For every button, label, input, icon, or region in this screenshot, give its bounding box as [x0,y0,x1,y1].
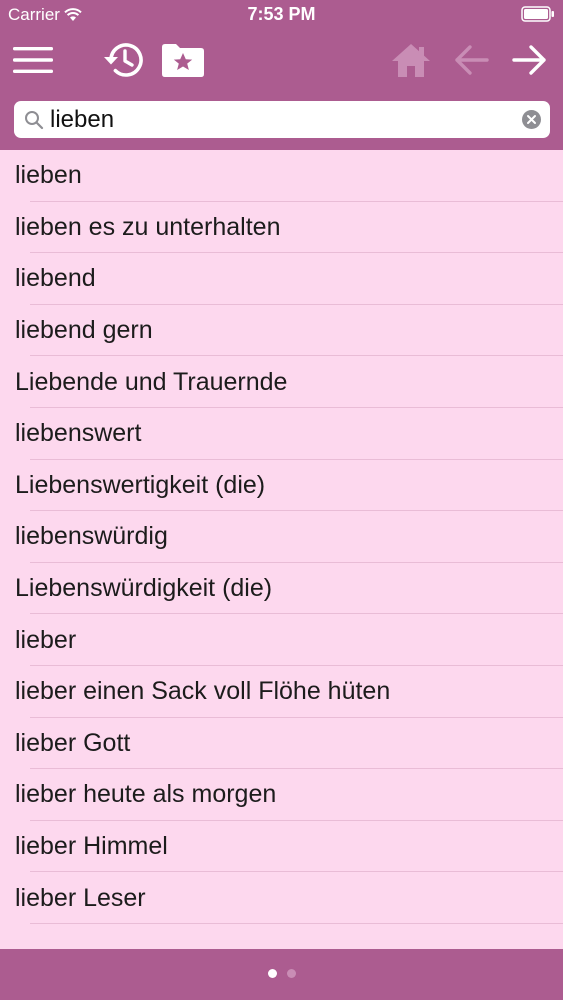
back-button[interactable] [452,38,490,82]
result-item[interactable]: lieben [0,150,563,202]
result-item[interactable]: liebend gern [0,305,563,357]
clear-icon[interactable] [522,110,541,129]
favorites-folder-icon [162,44,204,77]
top-bar: Carrier 7:53 PM [0,0,563,150]
result-item[interactable]: lieber Gott [0,718,563,770]
history-icon [104,43,143,77]
search-icon [25,111,44,130]
history-button[interactable] [100,38,146,82]
result-item[interactable]: lieber Leser [0,872,563,924]
forward-button[interactable] [511,38,549,82]
back-arrow-icon [455,45,489,75]
result-item[interactable]: liebend [0,253,563,305]
result-item[interactable]: liebenswert [0,408,563,460]
forward-arrow-icon [512,45,546,75]
result-item[interactable]: lieber Himmel [0,821,563,873]
result-item[interactable]: Liebende und Trauernde [0,356,563,408]
page-dot-1 [267,969,277,978]
result-item[interactable]: liebenswürdig [0,511,563,563]
search-bar [14,101,550,138]
result-item[interactable]: Liebenswürdigkeit (die) [0,563,563,615]
status-time: 7:53 PM [247,4,316,24]
search-input[interactable] [50,105,510,134]
status-bar: Carrier 7:53 PM [0,0,563,30]
menu-icon [13,47,53,73]
result-item[interactable]: lieber einen Sack voll Flöhe hüten [0,666,563,718]
result-item[interactable]: lieben es zu unterhalten [0,202,563,254]
bottom-bar [0,949,563,1000]
favorites-button[interactable] [161,38,205,82]
battery-icon [521,6,554,22]
page-dot-2 [286,969,296,978]
result-item[interactable]: lieber [0,614,563,666]
result-item[interactable]: Liebenswertigkeit (die) [0,460,563,512]
home-button[interactable] [390,38,432,82]
result-item[interactable]: lieber heute als morgen [0,769,563,821]
results-list: lieben lieben es zu unterhalten liebend … [0,150,563,924]
home-icon [392,44,430,77]
page-indicator[interactable] [0,969,563,978]
menu-button[interactable] [12,38,54,82]
app-screen: Carrier 7:53 PM lieben lieben lieben es … [0,0,563,1000]
